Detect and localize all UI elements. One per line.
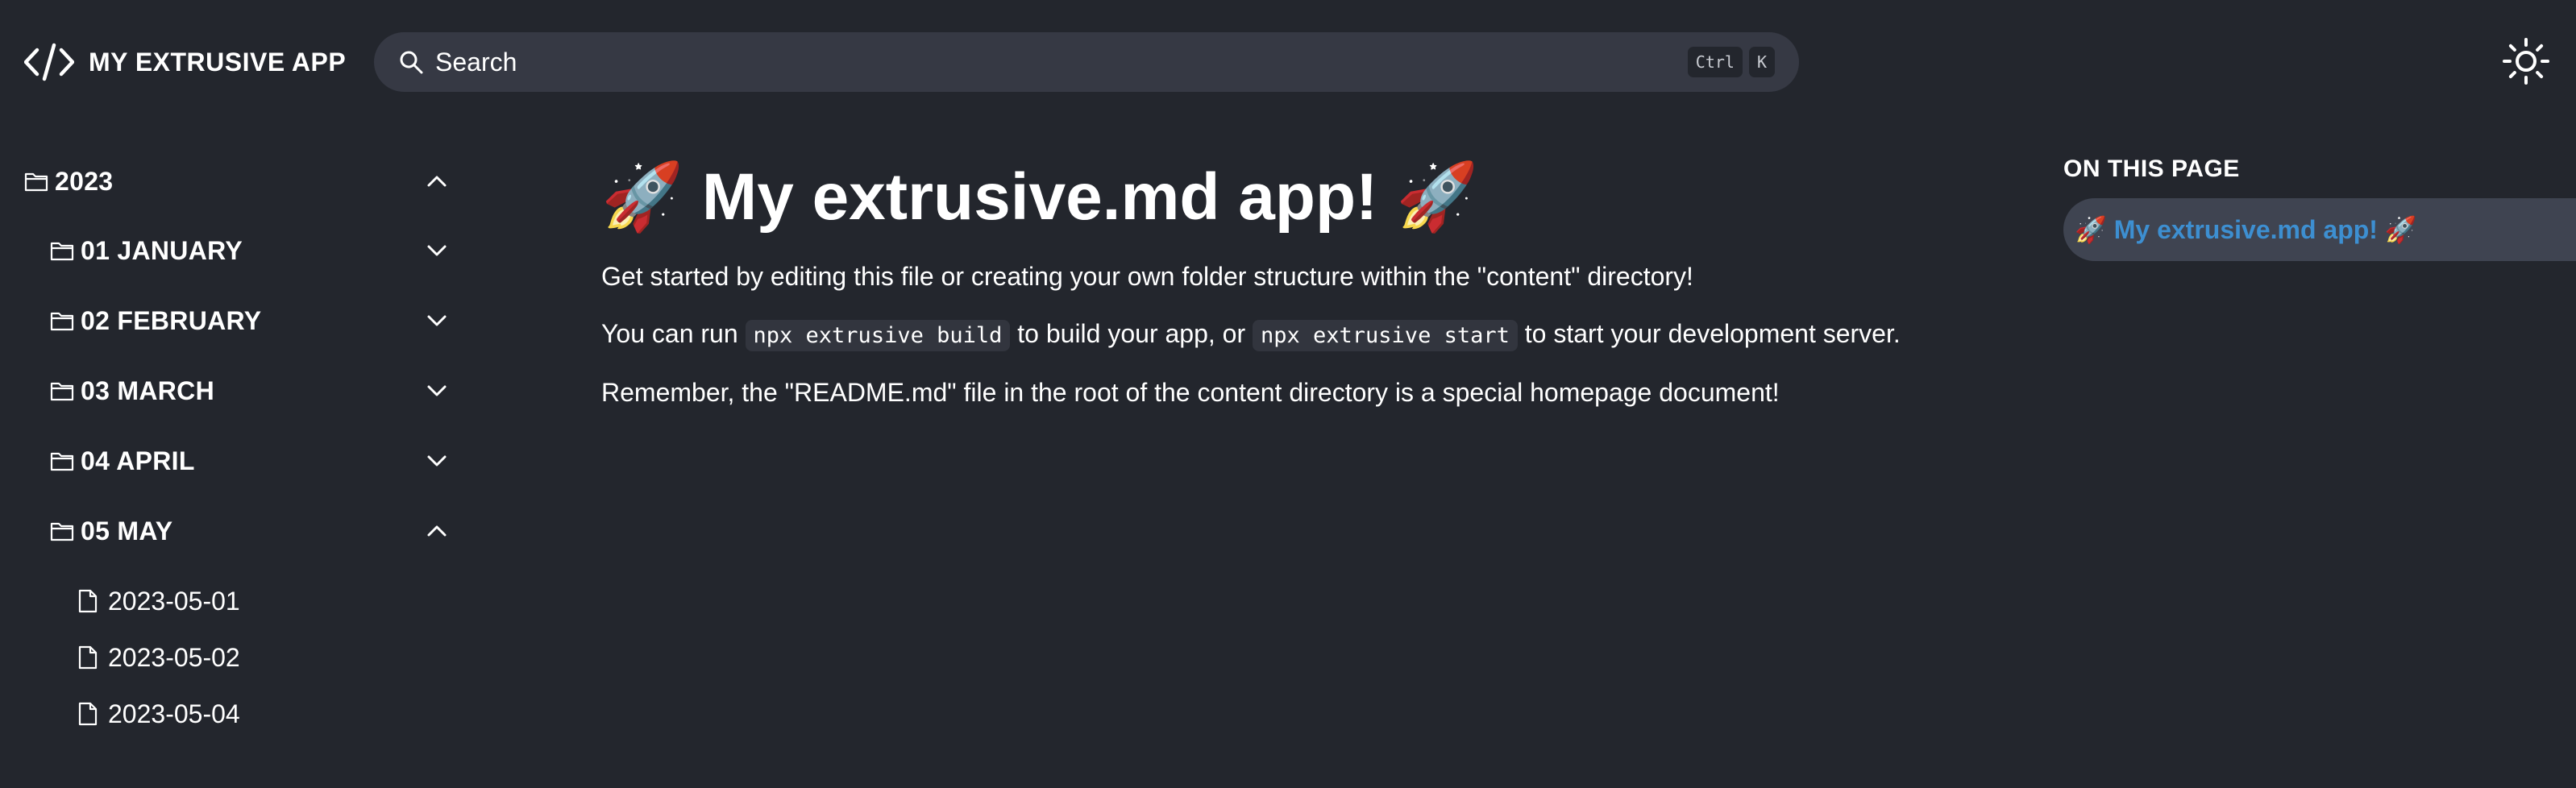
sidebar-folder-label: 03 MARCH [81,375,214,405]
sidebar-folder-label: 02 FEBRUARY [81,305,262,335]
readme-paragraph: Remember, the "README.md" file in the ro… [601,378,1780,407]
shortcut-key-k: K [1748,47,1775,77]
sidebar-folder-label: 01 JANUARY [81,235,243,265]
sidebar-folder-label: 05 MAY [81,516,173,545]
search-placeholder: Search [435,47,517,77]
sidebar-file-label: 2023-05-04 [108,699,240,728]
folder-icon [50,380,74,401]
theme-toggle-button[interactable] [2499,35,2553,90]
chevron-down-icon[interactable] [424,238,450,263]
chevron-up-icon[interactable] [424,168,450,194]
commands-text-middle: to build your app, or [1010,319,1253,348]
on-this-page-toc: ON THIS PAGE 🚀 My extrusive.md app! 🚀 [2063,153,2576,261]
sidebar-file-2023-05-02[interactable]: 2023-05-02 [77,635,319,680]
sidebar-folder-04-april[interactable]: 04 APRIL [50,438,451,483]
folder-icon [50,450,74,471]
sidebar-folder-2023[interactable]: 2023 [24,159,451,204]
shortcut-key-ctrl: Ctrl [1687,47,1743,77]
chevron-up-icon[interactable] [424,518,450,544]
page-title: 🚀 My extrusive.md app! 🚀 [601,160,1479,234]
sidebar-file-label: 2023-05-02 [108,642,240,672]
folder-icon [50,310,74,331]
sidebar-folder-01-january[interactable]: 01 JANUARY [50,228,451,273]
code-brackets-icon [24,42,74,82]
sidebar-folder-label: 04 APRIL [81,446,195,475]
chevron-down-icon[interactable] [424,308,450,334]
sidebar-folder-03-march[interactable]: 03 MARCH [50,368,451,413]
build-command-code: npx extrusive build [745,320,1011,351]
sidebar-folder-label: 2023 [55,166,114,196]
sidebar-folder-05-may[interactable]: 05 MAY [50,508,451,554]
commands-paragraph: You can run npx extrusive build to build… [601,315,1923,355]
sidebar-file-label: 2023-05-01 [108,586,240,616]
folder-icon [50,520,74,541]
file-icon [77,702,98,726]
file-icon [77,589,98,613]
sun-icon [2502,37,2550,89]
sidebar-file-2023-05-01[interactable]: 2023-05-01 [77,579,319,624]
app-title: MY EXTRUSIVE APP [89,47,347,77]
toc-link-title[interactable]: 🚀 My extrusive.md app! 🚀 [2063,198,2576,261]
chevron-down-icon[interactable] [424,448,450,474]
folder-icon [24,171,48,192]
sidebar-file-2023-05-04[interactable]: 2023-05-04 [77,691,319,736]
intro-paragraph: Get started by editing this file or crea… [601,262,1693,291]
top-bar: MY EXTRUSIVE APP Search Ctrl K [0,0,2576,124]
search-icon [398,49,424,75]
app-logo-link[interactable]: MY EXTRUSIVE APP [24,37,346,87]
search-bar[interactable]: Search Ctrl K [374,32,1799,92]
sidebar-folder-02-february[interactable]: 02 FEBRUARY [50,298,451,343]
file-icon [77,645,98,670]
start-command-code: npx extrusive start [1253,320,1518,351]
main-content: 🚀 My extrusive.md app! 🚀 Get started by … [601,153,1923,412]
chevron-down-icon[interactable] [424,378,450,404]
toc-heading: ON THIS PAGE [2063,156,2240,182]
commands-text-before: You can run [601,319,746,348]
commands-text-after: to start your development server. [1517,319,1901,348]
folder-icon [50,240,74,261]
